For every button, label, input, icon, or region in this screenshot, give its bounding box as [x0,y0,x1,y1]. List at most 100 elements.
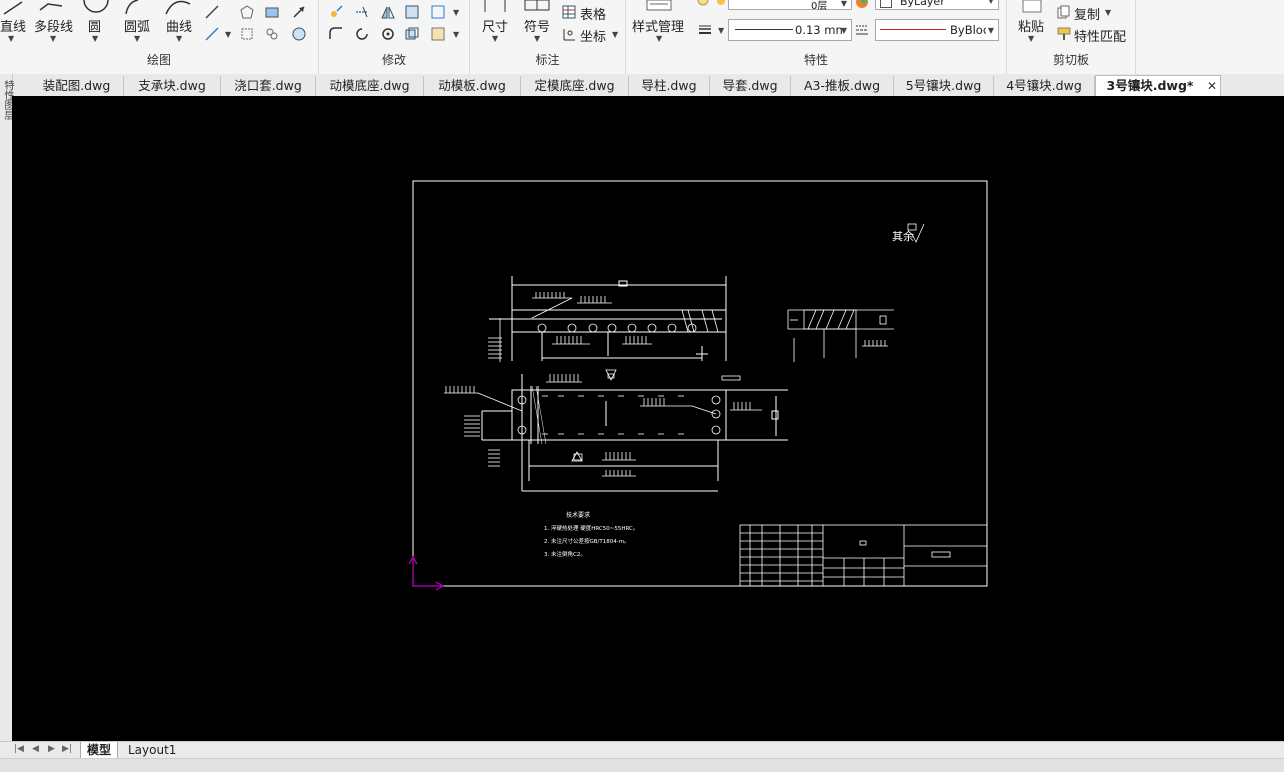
chevron-down-icon[interactable]: ▼ [718,26,724,35]
lightbulb-icon[interactable] [696,0,710,8]
tab-label: 装配图.dwg [42,78,111,93]
tab-document[interactable]: 导柱.dwg [629,76,710,96]
chevron-down-icon: ▼ [987,0,994,5]
tab-model[interactable]: 模型 [80,742,119,759]
tab-document[interactable]: 导套.dwg [710,76,791,96]
copy-icon[interactable] [405,27,419,41]
explode-icon[interactable] [431,27,445,41]
tech-note-3: 3. 未注倒角C2。 [544,550,586,558]
linetype-icon[interactable] [855,22,869,36]
construction-line-icon[interactable] [205,27,219,41]
line-button[interactable]: 直线 [0,16,26,35]
trim-icon[interactable] [355,5,369,19]
draw-group: 直线 ▼ 多段线 ▼ 圆 ▼ 圆弧 ▼ 曲线 ▼ ▼ 绘图 [0,0,319,74]
tab-label: 浇口套.dwg [234,78,302,93]
polyline-button[interactable]: 多段线 [34,16,73,35]
chevron-down-icon[interactable]: ▼ [176,34,182,43]
tab-label: 支承块.dwg [138,78,206,93]
tab-document[interactable]: 动模板.dwg [424,76,521,96]
match-properties-icon[interactable] [1057,27,1071,41]
tab-label: A3-推板.dwg [803,78,881,93]
coordinate-icon[interactable] [562,27,576,41]
tab-document[interactable]: A3-推板.dwg [791,76,894,96]
curve-button[interactable]: 曲线 [166,16,192,35]
chevron-down-icon[interactable]: ▼ [492,34,498,43]
lineweight-icon[interactable] [698,22,712,36]
drawing-canvas[interactable]: 其余 技术要求 1. 淬硬热处理 硬度HRC50~55HRC。 2. 未注尺寸公… [12,96,1284,741]
mirror-icon[interactable] [381,5,395,19]
chevron-down-icon: ▼ [840,26,847,35]
chevron-down-icon[interactable]: ▼ [1028,34,1034,43]
symbol-button[interactable]: 符号 [524,16,550,35]
color-select[interactable]: ByLayer ▼ [875,0,999,10]
move-icon[interactable] [329,5,343,19]
tech-requirements-title: 技术要求 [566,511,590,519]
prev-layout-icon[interactable]: ◀ [32,744,39,754]
copy-clip-icon[interactable] [1057,5,1071,19]
ribbon: 直线 ▼ 多段线 ▼ 圆 ▼ 圆弧 ▼ 曲线 ▼ ▼ 绘图 ▼ ▼ 修改 尺寸 … [0,0,1284,75]
first-layout-icon[interactable]: |◀ [14,744,24,754]
chevron-down-icon[interactable]: ▼ [453,8,459,17]
chevron-down-icon[interactable]: ▼ [1105,8,1111,17]
array-icon[interactable] [431,5,445,19]
sun-icon[interactable] [714,0,728,8]
tab-document[interactable]: 动模底座.dwg [316,76,424,96]
chevron-down-icon[interactable]: ▼ [92,34,98,43]
ray-icon[interactable] [205,5,219,19]
tab-document[interactable]: 浇口套.dwg [221,76,316,96]
tab-document[interactable]: 5号镶块.dwg [894,76,994,96]
region-icon[interactable] [265,5,279,19]
copy-button[interactable]: 复制 [1074,4,1100,23]
paste-button[interactable]: 粘贴 [1018,16,1044,35]
offset-icon[interactable] [381,27,395,41]
chevron-down-icon[interactable]: ▼ [534,34,540,43]
drawing-svg[interactable]: 其余 技术要求 1. 淬硬热处理 硬度HRC50~55HRC。 2. 未注尺寸公… [12,96,1284,741]
chevron-down-icon[interactable]: ▼ [50,34,56,43]
coordinate-button[interactable]: 坐标 [580,26,606,45]
symbol-icon [524,0,550,11]
tab-layout1[interactable]: Layout1 [122,742,182,758]
tab-document[interactable]: 装配图.dwg [30,76,124,96]
match-properties-button[interactable]: 特性匹配 [1074,26,1126,45]
tech-note-1: 1. 淬硬热处理 硬度HRC50~55HRC。 [544,524,638,532]
arc-button[interactable]: 圆弧 [124,16,150,35]
chevron-down-icon[interactable]: ▼ [8,34,14,43]
layer-select[interactable]: 0层 ▼ [728,0,852,12]
tab-document[interactable]: 支承块.dwg [124,76,221,96]
dimension-button[interactable]: 尺寸 [482,16,508,35]
boundary-icon[interactable] [265,27,279,41]
chevron-down-icon[interactable]: ▼ [134,34,140,43]
chevron-down-icon[interactable]: ▼ [225,30,231,39]
color-wheel-icon[interactable] [855,0,869,9]
layout-tab-bar: |◀ ◀ ▶ ▶| 模型 Layout1 [0,741,1284,759]
tab-label: 定模底座.dwg [534,78,615,93]
tab-label: 导柱.dwg [641,78,697,93]
table-button[interactable]: 表格 [580,4,606,23]
linetype-select[interactable]: ByBloc ▼ [875,19,999,41]
arrow-icon[interactable] [292,5,306,19]
tech-note-2: 2. 未注尺寸公差按GB/T1804-m。 [544,537,630,545]
polygon-icon[interactable] [240,5,254,19]
fillet-icon[interactable] [329,27,343,41]
rectangle-icon[interactable] [240,27,254,41]
close-icon[interactable]: ✕ [1207,76,1217,96]
tab-document[interactable]: 4号镶块.dwg [994,76,1095,96]
chevron-down-icon[interactable]: ▼ [656,34,662,43]
ucs-icon [408,555,445,591]
stretch-icon[interactable] [405,5,419,19]
hatch-icon[interactable] [292,27,306,41]
tab-document-active[interactable]: 3号镶块.dwg* ✕ [1095,75,1221,97]
lineweight-select[interactable]: 0.13 mn ▼ [728,19,852,41]
table-icon[interactable] [562,5,576,19]
tab-document[interactable]: 定模底座.dwg [521,76,629,96]
tab-label: 动模板.dwg [438,78,506,93]
circle-button[interactable]: 圆 [88,16,101,35]
color-swatch [880,0,892,8]
last-layout-icon[interactable]: ▶| [62,744,72,754]
lineweight-value: 0.13 mn [795,23,843,37]
next-layout-icon[interactable]: ▶ [48,744,55,754]
chevron-down-icon[interactable]: ▼ [612,30,618,39]
chevron-down-icon[interactable]: ▼ [453,30,459,39]
rotate-icon[interactable] [355,27,369,41]
style-manager-button[interactable]: 样式管理 [632,16,684,35]
